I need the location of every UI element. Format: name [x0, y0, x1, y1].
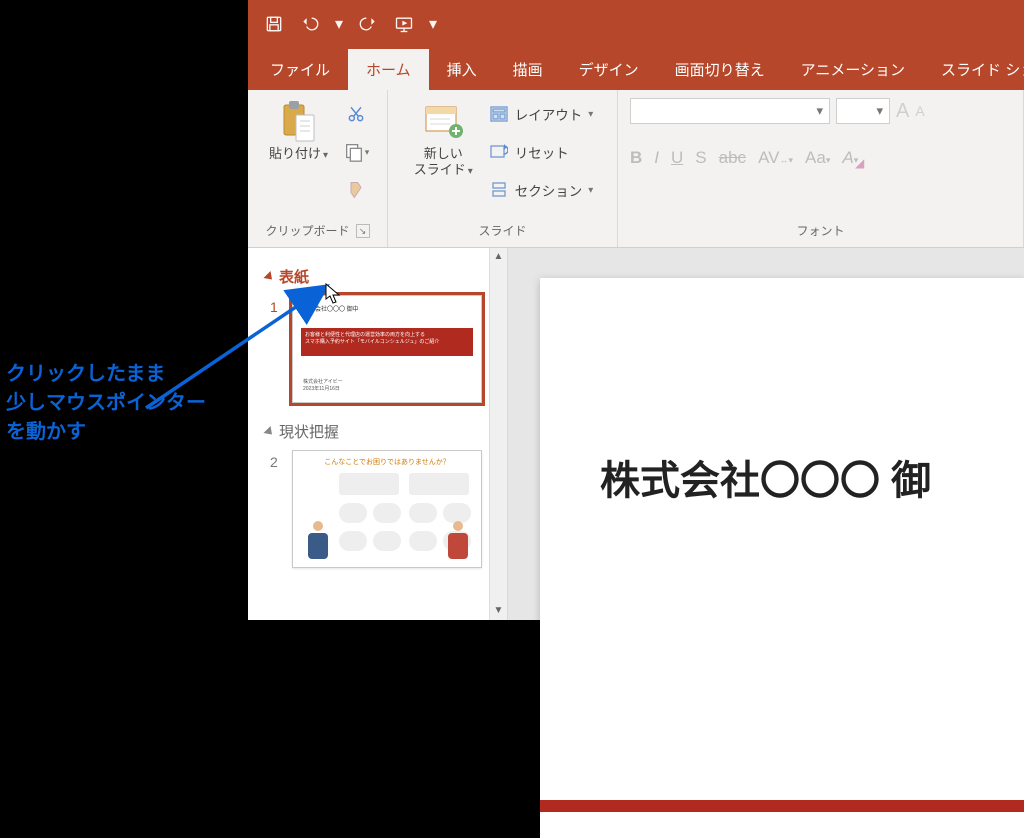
paste-label: 貼り付け	[269, 146, 321, 161]
section-label: セクション	[515, 180, 583, 200]
clipboard-launcher-icon[interactable]: ↘	[356, 224, 370, 238]
section-2-label: 現状把握	[279, 421, 339, 442]
section-collapse-icon	[263, 425, 275, 437]
section-header-2[interactable]: 現状把握	[266, 421, 497, 442]
group-clipboard: 貼り付け ▾ クリップボード ↘	[248, 90, 388, 247]
tab-design[interactable]: デザイン	[561, 49, 657, 90]
ribbon: 貼り付け ▾ クリップボード ↘	[248, 90, 1024, 248]
tab-transitions[interactable]: 画面切り替え	[657, 49, 783, 90]
section-1-label: 表紙	[279, 266, 309, 287]
slide-title-text: 株式会社〇〇〇 御	[600, 448, 931, 506]
slide-number-1: 1	[270, 295, 282, 315]
save-icon[interactable]	[260, 10, 288, 38]
shadow-button[interactable]: S	[695, 148, 706, 168]
font-group-label: フォント	[796, 222, 844, 239]
cut-icon[interactable]	[342, 100, 370, 128]
tab-draw[interactable]: 描画	[495, 49, 561, 90]
current-slide[interactable]: 株式会社〇〇〇 御	[540, 278, 1024, 838]
tab-home[interactable]: ホーム	[348, 49, 429, 90]
section-button[interactable]: セクション ▾	[487, 178, 596, 202]
reset-label: リセット	[515, 142, 569, 162]
slide-thumbnails-pane[interactable]: 表紙 1 株式会社〇〇〇 御中 お客様と利便性と代理店の運営効率の両方を向上する…	[248, 248, 508, 620]
tutorial-annotation-text: クリックしたまま 少しマウスポインター を動かす	[6, 360, 206, 447]
tab-insert[interactable]: 挿入	[429, 49, 495, 90]
new-slide-button[interactable]: 新しい スライド	[410, 98, 477, 181]
copy-icon[interactable]: ▾	[342, 138, 370, 166]
section-collapse-icon	[263, 270, 275, 282]
new-slide-icon	[422, 100, 464, 142]
paste-button[interactable]: 貼り付け	[265, 98, 332, 165]
tutorial-black-margin	[0, 0, 248, 620]
quick-access-toolbar: ▾ ▾	[248, 0, 1024, 48]
ribbon-tabs: ファイル ホーム 挿入 描画 デザイン 画面切り替え アニメーション スライド …	[248, 48, 1024, 90]
slides-group-label: スライド	[478, 222, 526, 239]
thumb2-title: こんなことでお困りではありませんか？	[293, 457, 481, 467]
thumb1-bar-line2: スマホ購入予約サイト「モバイルコンシェルジュ」のご紹介	[305, 339, 439, 345]
reset-icon	[489, 142, 509, 162]
thumb1-bar-line1: お客様と利便性と代理店の運営効率の両方を向上する	[305, 332, 425, 338]
undo-icon[interactable]	[296, 10, 324, 38]
scroll-down-icon[interactable]: ▼	[490, 602, 507, 620]
layout-icon	[489, 104, 509, 124]
start-from-beginning-icon[interactable]	[390, 10, 418, 38]
thumb1-heading: 株式会社〇〇〇 御中	[303, 304, 359, 313]
clipboard-group-label: クリップボード	[265, 222, 349, 239]
qat-customize-icon[interactable]: ▾	[426, 10, 440, 38]
slide-accent-bar	[540, 800, 1024, 812]
strike-button[interactable]: abc	[719, 148, 746, 168]
decrease-font-icon[interactable]: A	[915, 103, 924, 119]
powerpoint-window: ▾ ▾ ファイル ホーム 挿入 描画 デザイン 画面切り替え アニメーション ス…	[248, 0, 1024, 620]
thumbnails-scrollbar[interactable]: ▲ ▼	[489, 248, 507, 620]
reset-button[interactable]: リセット	[487, 140, 596, 164]
clear-format-button[interactable]: A◢▾	[842, 148, 858, 168]
tab-slideshow[interactable]: スライド ショー	[923, 49, 1024, 90]
italic-button[interactable]: I	[654, 148, 659, 168]
workspace: 表紙 1 株式会社〇〇〇 御中 お客様と利便性と代理店の運営効率の両方を向上する…	[248, 248, 1024, 620]
new-slide-label: 新しい スライド	[414, 146, 466, 177]
slide-thumb-1[interactable]: 株式会社〇〇〇 御中 お客様と利便性と代理店の運営効率の両方を向上するスマホ購入…	[292, 295, 482, 403]
tab-animations[interactable]: アニメーション	[783, 49, 923, 90]
section-icon	[489, 180, 509, 200]
layout-button[interactable]: レイアウト ▾	[487, 102, 596, 126]
slide-canvas[interactable]: 株式会社〇〇〇 御	[508, 248, 1024, 620]
layout-label: レイアウト	[515, 104, 583, 124]
char-spacing-button[interactable]: AV↔▾	[758, 148, 793, 168]
font-size-select[interactable]: ▾	[836, 98, 890, 124]
group-font: ▾ ▾ A A B I U S abc AV↔▾ Aa▾ A◢▾ フォント	[618, 90, 1024, 247]
scroll-up-icon[interactable]: ▲	[490, 248, 507, 266]
font-family-select[interactable]: ▾	[630, 98, 830, 124]
slide-number-2: 2	[270, 450, 282, 470]
change-case-button[interactable]: Aa▾	[805, 148, 830, 168]
thumb1-footer: 株式会社アイビー 2023年11月16日	[303, 379, 343, 392]
paste-icon	[277, 100, 319, 142]
undo-dropdown-icon[interactable]: ▾	[332, 10, 346, 38]
tab-file[interactable]: ファイル	[252, 49, 348, 90]
format-painter-icon[interactable]	[342, 176, 370, 204]
slide-thumb-2[interactable]: こんなことでお困りではありませんか？	[292, 450, 482, 568]
increase-font-icon[interactable]: A	[896, 100, 909, 123]
bold-button[interactable]: B	[630, 148, 642, 168]
group-slides: 新しい スライド レイアウト ▾ リセット セクション ▾ スライド	[388, 90, 618, 247]
redo-icon[interactable]	[354, 10, 382, 38]
underline-button[interactable]: U	[671, 148, 683, 168]
section-header-1[interactable]: 表紙	[266, 266, 497, 287]
